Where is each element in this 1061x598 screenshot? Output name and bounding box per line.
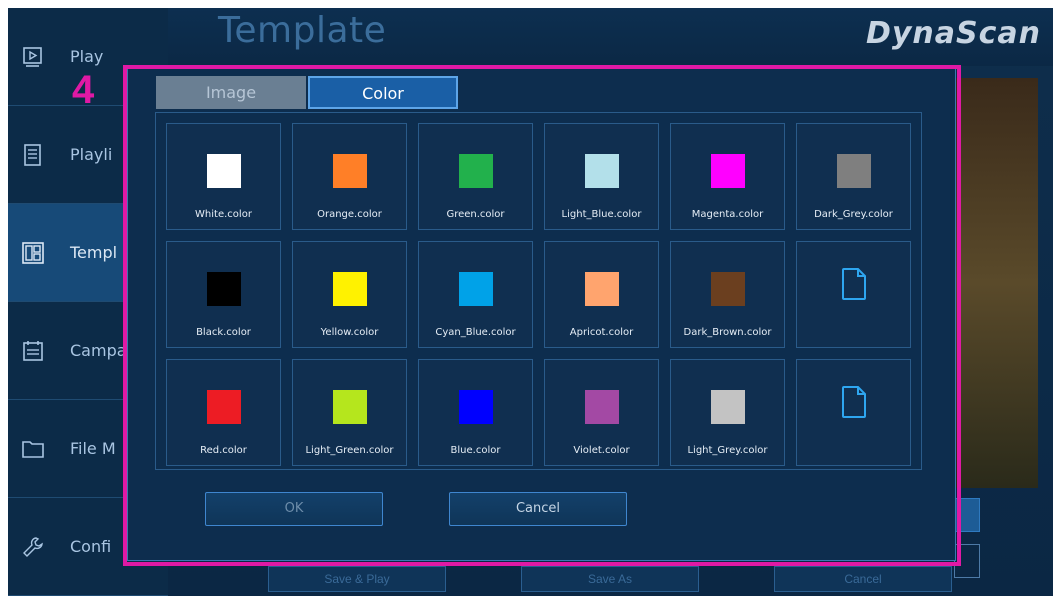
playlist-icon	[22, 143, 44, 166]
file-icon	[841, 267, 867, 301]
color-tile[interactable]: Orange.color	[292, 123, 407, 230]
color-swatch	[711, 272, 745, 306]
color-tile[interactable]: White.color	[166, 123, 281, 230]
color-tile[interactable]: Light_Grey.color	[670, 359, 785, 466]
color-tile-label: Violet.color	[573, 445, 630, 456]
save-and-play-button[interactable]: Save & Play	[268, 566, 446, 592]
sidebar-item-label: Campa	[70, 340, 127, 360]
wrench-icon	[22, 536, 44, 558]
color-tile[interactable]: Black.color	[166, 241, 281, 348]
color-tile-label: Dark_Grey.color	[814, 209, 893, 220]
empty-file-tile[interactable]	[796, 359, 911, 466]
color-tile-label: Black.color	[196, 327, 251, 338]
color-tile-label: Yellow.color	[320, 327, 379, 338]
color-tile-label: Green.color	[446, 209, 505, 220]
color-tile[interactable]: Red.color	[166, 359, 281, 466]
color-swatch	[459, 272, 493, 306]
cancel-button[interactable]: Cancel	[449, 492, 627, 526]
color-tile[interactable]: Dark_Brown.color	[670, 241, 785, 348]
color-tile-label: Light_Grey.color	[687, 445, 768, 456]
background-secondary-button[interactable]	[954, 544, 980, 578]
color-swatch	[459, 390, 493, 424]
color-tile[interactable]: Yellow.color	[292, 241, 407, 348]
select-color-dialog: Image Color White.color Orange.color Green…	[127, 67, 956, 561]
color-grid: White.color Orange.color Green.color Light_…	[155, 112, 922, 470]
color-tile[interactable]: Dark_Grey.color	[796, 123, 911, 230]
empty-file-tile[interactable]	[796, 241, 911, 348]
color-tile-label: Dark_Brown.color	[683, 327, 772, 338]
color-swatch	[459, 154, 493, 188]
color-swatch	[585, 272, 619, 306]
play-icon	[22, 46, 44, 68]
color-tile[interactable]: Blue.color	[418, 359, 533, 466]
template-icon	[22, 241, 44, 264]
color-swatch	[333, 390, 367, 424]
color-tile-label: Magenta.color	[691, 209, 764, 220]
color-swatch	[837, 154, 871, 188]
color-tile-label: Blue.color	[450, 445, 501, 456]
color-tile[interactable]: Cyan_Blue.color	[418, 241, 533, 348]
brand-logo: DynaScan	[865, 16, 1041, 51]
color-swatch	[585, 154, 619, 188]
sidebar-item-label: Confi	[70, 536, 112, 556]
color-tile[interactable]: Light_Green.color	[292, 359, 407, 466]
tab-image[interactable]: Image	[156, 76, 306, 109]
background-action-button[interactable]	[954, 498, 980, 532]
file-icon	[841, 385, 867, 419]
sidebar-item-label: Play	[70, 46, 104, 66]
color-swatch	[333, 154, 367, 188]
color-tile-label: Cyan_Blue.color	[435, 327, 516, 338]
color-swatch	[207, 390, 241, 424]
color-swatch	[711, 154, 745, 188]
color-swatch	[585, 390, 619, 424]
folder-icon	[22, 438, 44, 460]
color-swatch	[333, 272, 367, 306]
color-tile-label: Apricot.color	[569, 327, 634, 338]
sidebar-item-label: Playli	[70, 144, 113, 164]
color-tile-label: Light_Green.color	[305, 445, 394, 456]
campaign-icon	[22, 340, 44, 362]
background-cancel-button[interactable]: Cancel	[774, 566, 952, 592]
color-tile[interactable]: Violet.color	[544, 359, 659, 466]
template-preview	[948, 78, 1038, 488]
color-tile[interactable]: Green.color	[418, 123, 533, 230]
color-swatch	[711, 390, 745, 424]
color-tile-label: Red.color	[200, 445, 247, 456]
tab-color[interactable]: Color	[308, 76, 458, 109]
color-tile-label: Light_Blue.color	[561, 209, 642, 220]
color-tile-label: White.color	[195, 209, 252, 220]
page-title: Template	[218, 10, 387, 51]
color-tile[interactable]: Apricot.color	[544, 241, 659, 348]
color-tile[interactable]: Light_Blue.color	[544, 123, 659, 230]
step-number: 4	[72, 68, 95, 112]
sidebar-item-label: File M	[70, 438, 116, 458]
ok-button[interactable]: OK	[205, 492, 383, 526]
color-tile-label: Orange.color	[317, 209, 382, 220]
sidebar-item-label: Templ	[70, 242, 118, 262]
color-swatch	[207, 154, 241, 188]
color-swatch	[207, 272, 241, 306]
color-tile[interactable]: Magenta.color	[670, 123, 785, 230]
save-as-button[interactable]: Save As	[521, 566, 699, 592]
